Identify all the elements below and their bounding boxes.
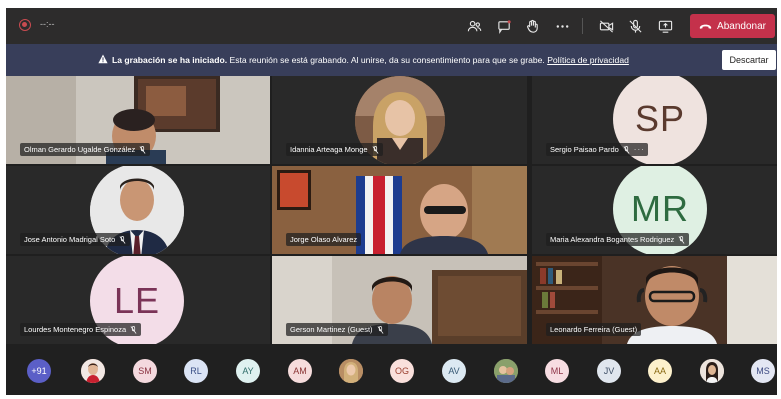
participant-name-tag: Idannia Arteaga Monge [286, 143, 383, 156]
participant-initials-chip[interactable]: OG [390, 359, 414, 383]
participant-tile[interactable]: Idannia Arteaga Monge [272, 76, 527, 164]
teams-meeting-window: --:-- Abandonar La grabación se ha inici… [6, 8, 777, 395]
chat-icon[interactable] [494, 16, 514, 36]
warning-icon [98, 54, 108, 64]
participant-name: Gerson Martinez (Guest) [290, 325, 373, 334]
participant-tile[interactable]: Jorge Olaso Alvarez [272, 166, 527, 254]
participant-initials-chip[interactable]: RL [184, 359, 208, 383]
more-options-icon[interactable] [552, 16, 572, 36]
recording-indicator-icon [19, 19, 31, 31]
participant-initials-chip[interactable]: SM [133, 359, 157, 383]
privacy-policy-link[interactable]: Política de privacidad [547, 55, 629, 65]
people-icon[interactable] [464, 16, 484, 36]
raise-hand-icon[interactable] [522, 16, 542, 36]
participant-more-icon[interactable]: ··· [634, 145, 644, 154]
hang-up-icon [699, 24, 712, 29]
participant-name-tag: Jose Antonio Madrigal Soto [20, 233, 131, 246]
participant-name: Leonardo Ferreira (Guest) [550, 325, 638, 334]
leave-button-label: Abandonar [717, 20, 766, 32]
meeting-timer: --:-- [40, 19, 55, 29]
participant-initials-chip[interactable]: ML [545, 359, 569, 383]
participant-photo-avatar[interactable] [700, 359, 724, 383]
participant-photo-avatar[interactable] [494, 359, 518, 383]
toolbar-divider [582, 18, 583, 34]
participant-name: Jorge Olaso Alvarez [290, 235, 358, 244]
dismiss-button[interactable]: Descartar [722, 50, 776, 70]
participant-name-tag: Leonardo Ferreira (Guest) [546, 323, 642, 336]
participant-tile[interactable]: Olman Gerardo Ugalde González [6, 76, 270, 164]
overflow-participants-button[interactable]: +91 [27, 359, 51, 383]
participant-tile[interactable]: MR Maria Alexandra Bogantes Rodriguez [532, 166, 777, 254]
participant-photo-avatar[interactable] [81, 359, 105, 383]
participant-name: Olman Gerardo Ugalde González [24, 145, 136, 154]
participant-initials-chip[interactable]: MS [751, 359, 775, 383]
participant-photo-avatar[interactable] [339, 359, 363, 383]
participant-name-tag: Lourdes Montenegro Espinoza [20, 323, 142, 336]
video-grid: Olman Gerardo Ugalde González Idannia Ar… [6, 76, 777, 344]
mic-off-icon [678, 235, 685, 244]
meeting-toolbar: --:-- Abandonar [6, 8, 777, 44]
participant-name: Maria Alexandra Bogantes Rodriguez [550, 235, 675, 244]
mic-off-icon [130, 325, 137, 334]
participant-tile[interactable]: LE Lourdes Montenegro Espinoza [6, 256, 270, 344]
participant-initials-chip[interactable]: AA [648, 359, 672, 383]
mic-off-icon [377, 325, 383, 334]
participant-tile[interactable]: Jose Antonio Madrigal Soto [6, 166, 270, 254]
participant-tile[interactable]: SP Sergio Paisao Pardo ··· [532, 76, 777, 164]
mic-off-icon [139, 145, 146, 154]
recording-banner: La grabación se ha iniciado. Esta reunió… [6, 44, 777, 76]
participant-tile[interactable]: Leonardo Ferreira (Guest) [532, 256, 777, 344]
recording-banner-text: La grabación se ha iniciado. Esta reunió… [112, 55, 629, 65]
participant-name-tag: Olman Gerardo Ugalde González [20, 143, 151, 156]
participant-name-tag: Maria Alexandra Bogantes Rodriguez [546, 233, 690, 246]
mic-off-icon [623, 145, 630, 154]
participant-name: Sergio Paisao Pardo [550, 145, 619, 154]
leave-button[interactable]: Abandonar [690, 14, 775, 38]
participant-name-tag: Sergio Paisao Pardo ··· [546, 143, 648, 156]
participant-initials-chip[interactable]: AY [236, 359, 260, 383]
participant-name-tag: Gerson Martinez (Guest) [286, 323, 388, 336]
mic-off-icon [372, 145, 378, 154]
participant-initials-chip[interactable]: AM [288, 359, 312, 383]
participant-name: Lourdes Montenegro Espinoza [24, 325, 127, 334]
recording-banner-title: La grabación se ha iniciado. [112, 55, 228, 65]
participant-initials-chip[interactable]: AV [442, 359, 466, 383]
participant-name: Idannia Arteaga Monge [290, 145, 368, 154]
camera-off-icon[interactable] [596, 16, 616, 36]
mic-off-icon [119, 235, 126, 244]
participant-name-tag: Jorge Olaso Alvarez [286, 233, 362, 246]
participant-name: Jose Antonio Madrigal Soto [24, 235, 116, 244]
recording-banner-message: Esta reunión se está grabando. Al unirse… [229, 55, 545, 65]
participant-tile[interactable]: Gerson Martinez (Guest) [272, 256, 527, 344]
participant-roster: +91 SM RL AY AM OG AV ML JV AA MS [6, 344, 777, 395]
mic-off-icon[interactable] [625, 16, 645, 36]
participant-initials-chip[interactable]: JV [597, 359, 621, 383]
share-screen-icon[interactable] [655, 16, 675, 36]
